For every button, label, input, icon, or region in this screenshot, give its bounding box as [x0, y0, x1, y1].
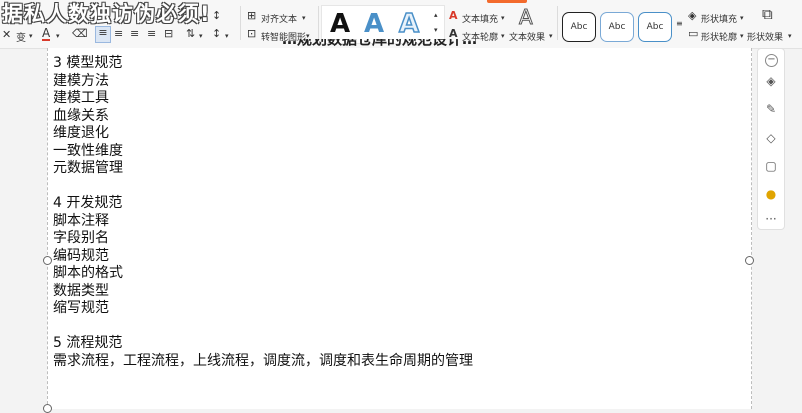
- shape-outline-button[interactable]: 形状轮廓: [701, 30, 737, 43]
- more-icon[interactable]: ···: [764, 212, 778, 226]
- dropdown-arrow-icon[interactable]: ▾: [199, 30, 203, 42]
- list-item: 脚本注释: [53, 212, 109, 229]
- text-style-black[interactable]: A: [323, 9, 357, 39]
- frame-icon[interactable]: ▢: [764, 159, 778, 173]
- gallery-scroll-up-icon[interactable]: ▴: [434, 9, 438, 21]
- list-item: 脚本的格式: [53, 265, 123, 281]
- paragraph-spacing-icon[interactable]: ↕: [212, 10, 221, 22]
- eraser-icon[interactable]: ⌫: [72, 28, 88, 40]
- separator: [240, 6, 241, 40]
- list-item: 血缘关系: [53, 107, 109, 124]
- dropdown-arrow-icon[interactable]: ▾: [549, 30, 553, 42]
- collapse-icon[interactable]: −: [765, 54, 778, 67]
- separator: [557, 6, 558, 40]
- font-color-button[interactable]: A: [42, 27, 51, 41]
- clear-format-icon[interactable]: ✕: [2, 29, 11, 41]
- list-item: 数据类型: [53, 282, 109, 299]
- text-effect-button[interactable]: 文本效果: [509, 30, 545, 43]
- dropdown-arrow-icon[interactable]: ▾: [740, 12, 744, 24]
- list-item: 维度退化: [53, 125, 109, 141]
- align-center-icon[interactable]: ≡: [114, 28, 123, 40]
- separator: [318, 6, 319, 40]
- text-style-outline[interactable]: A: [392, 8, 426, 40]
- dropdown-arrow-icon[interactable]: ▾: [501, 12, 505, 24]
- distribute-icon[interactable]: ⊟: [164, 28, 173, 40]
- resize-handle-right[interactable]: [745, 256, 754, 265]
- shape-style-1[interactable]: Abc: [562, 12, 596, 42]
- dropdown-arrow-icon[interactable]: ▾: [740, 30, 744, 42]
- dropdown-arrow-icon[interactable]: ▾: [225, 30, 229, 42]
- section-heading-process: 5 流程规范: [53, 335, 123, 351]
- floating-side-toolbar: − ◈ ✎ ◇ ▢ ● ···: [757, 48, 785, 230]
- align-text-icon[interactable]: ⊞: [247, 10, 256, 22]
- gallery-more-icon[interactable]: ≡: [676, 18, 683, 30]
- list-item: 建模工具: [53, 90, 109, 106]
- align-text-button[interactable]: 对齐文本: [261, 12, 297, 25]
- dropdown-arrow-icon[interactable]: ▾: [788, 30, 792, 42]
- shape-style-3[interactable]: Abc: [638, 12, 672, 42]
- shape-effect-icon[interactable]: ⧉: [762, 7, 773, 22]
- shape-effect-button[interactable]: 形状效果: [747, 30, 783, 43]
- list-item: 编码规范: [53, 247, 109, 264]
- font-size-change-button[interactable]: 变: [16, 29, 26, 44]
- section-heading-model: 3 模型规范: [53, 55, 123, 71]
- list-item: 字段别名: [53, 230, 109, 246]
- video-overlay-title: 据私人数独访伪必须!: [2, 2, 211, 26]
- list-item: 缩写规范: [53, 300, 109, 316]
- shape-fill-button[interactable]: 形状填充: [701, 12, 737, 25]
- text-fill-icon[interactable]: A: [449, 10, 458, 22]
- layers-icon[interactable]: ◈: [764, 74, 778, 88]
- text-effect-icon[interactable]: A: [519, 6, 534, 29]
- eraser-icon[interactable]: ◇: [764, 131, 778, 145]
- list-item: 需求流程，工程流程，上线流程，调度流，调度和表生命周期的管理: [53, 352, 473, 369]
- list-item: 元数据管理: [53, 160, 123, 176]
- resize-handle-left[interactable]: [43, 256, 52, 265]
- text-style-blue[interactable]: A: [357, 9, 391, 39]
- text-fill-button[interactable]: 文本填充: [462, 12, 498, 25]
- document-text-box[interactable]: 3 模型规范 建模方法 建模工具 血缘关系 维度退化 一致性维度 元数据管理 4…: [53, 55, 473, 370]
- line-spacing-icon[interactable]: ⇅: [186, 28, 195, 40]
- paragraph-spacing-icon[interactable]: ↕: [212, 28, 221, 40]
- active-tab-indicator: [487, 0, 527, 3]
- lightbulb-icon[interactable]: ●: [764, 187, 778, 201]
- dropdown-arrow-icon[interactable]: ▾: [56, 30, 60, 42]
- smart-shape-icon[interactable]: ⊡: [247, 28, 256, 40]
- shape-fill-icon[interactable]: ◈: [688, 10, 696, 22]
- gallery-more-icon[interactable]: ▾: [434, 24, 438, 36]
- pen-icon[interactable]: ✎: [764, 102, 778, 116]
- shape-outline-icon[interactable]: ▭: [688, 28, 698, 40]
- dropdown-arrow-icon[interactable]: ▾: [29, 30, 33, 42]
- align-left-icon[interactable]: ≡: [95, 26, 111, 43]
- document-heading-partial: …规划数据仓库的规范设计…: [282, 39, 478, 48]
- shape-style-2[interactable]: Abc: [600, 12, 634, 42]
- align-right-icon[interactable]: ≡: [130, 28, 139, 40]
- list-item: 一致性维度: [53, 142, 123, 159]
- dropdown-arrow-icon[interactable]: ▾: [501, 30, 505, 42]
- justify-icon[interactable]: ≡: [147, 28, 156, 40]
- list-item: 建模方法: [53, 72, 109, 89]
- dropdown-arrow-icon[interactable]: ▾: [302, 12, 306, 24]
- section-heading-dev: 4 开发规范: [53, 195, 123, 211]
